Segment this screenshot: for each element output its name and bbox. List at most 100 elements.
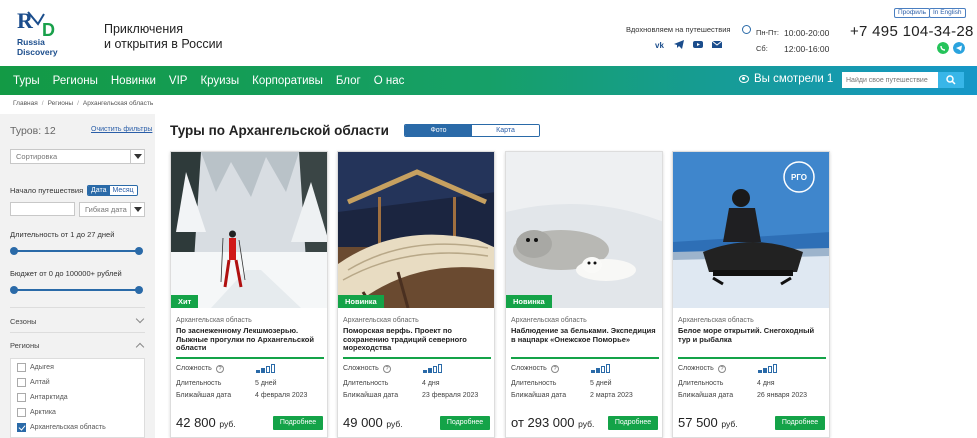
russia-discovery-logo[interactable]: R D Russia Discovery: [14, 8, 76, 58]
region-checkbox[interactable]: [17, 408, 26, 417]
nav-item-vip[interactable]: VIP: [169, 75, 188, 87]
tour-photo-seal[interactable]: [506, 152, 663, 308]
main-nav: Туры Регионы Новинки VIP Круизы Корпорат…: [0, 66, 977, 95]
nav-item-about[interactable]: О нас: [374, 75, 405, 87]
toggle-date[interactable]: Дата: [88, 186, 110, 195]
details-button[interactable]: Подробнее: [608, 416, 658, 430]
region-checkbox[interactable]: [17, 393, 26, 402]
regions-list: Адыгея Алтай Антарктида Арктика Архангел…: [10, 358, 145, 438]
region-checkbox-checked[interactable]: [17, 423, 26, 432]
tour-duration: 4 дня: [757, 380, 775, 387]
divider: [343, 357, 491, 359]
difficulty-bar: [601, 366, 605, 373]
inspire-text: Вдохновляем на путешествия: [626, 25, 731, 34]
duration-slider-max-handle[interactable]: [135, 247, 143, 255]
help-icon[interactable]: ?: [718, 365, 726, 373]
tour-duration: 5 дней: [255, 380, 277, 387]
tour-photo-shipyard[interactable]: [338, 152, 495, 308]
nav-item-new[interactable]: Новинки: [111, 75, 156, 87]
chevron-up-icon[interactable]: [135, 342, 145, 352]
difficulty-bar: [271, 364, 275, 373]
view-photo-tab[interactable]: Фото: [405, 125, 472, 136]
rgo-logo: РГО: [783, 161, 815, 193]
budget-label: Бюджет от 0 до 100000+ рублей: [10, 269, 122, 278]
budget-slider-min-handle[interactable]: [10, 286, 18, 294]
duration-slider[interactable]: [10, 247, 143, 255]
tour-title[interactable]: Белое море открытий. Снегоходный тур и р…: [678, 326, 824, 344]
region-checkbox[interactable]: [17, 363, 26, 372]
telegram-icon[interactable]: [953, 42, 965, 54]
region-option-arkhangelsk[interactable]: Архангельская область: [17, 423, 106, 432]
tour-nearest-date: 2 марта 2023: [590, 392, 633, 399]
tour-nearest-date: 26 января 2023: [757, 392, 808, 399]
tour-card[interactable]: Новинка Архангельская область Поморская …: [337, 151, 495, 438]
nav-item-corporate[interactable]: Корпоративы: [252, 75, 323, 87]
details-button[interactable]: Подробнее: [775, 416, 825, 430]
tour-title[interactable]: Наблюдение за бельками. Экспедиция в нац…: [511, 326, 657, 344]
phone-number[interactable]: +7 495 104-34-28: [850, 23, 974, 40]
nav-item-tours[interactable]: Туры: [13, 75, 40, 87]
tour-photo-ski[interactable]: [171, 152, 328, 308]
english-button[interactable]: In English: [929, 8, 966, 18]
region-option-adygea[interactable]: Адыгея: [17, 363, 54, 372]
seasons-filter-toggle[interactable]: Сезоны: [10, 317, 36, 326]
tour-price-value: 49 000: [343, 415, 383, 430]
difficulty-label: Сложность: [678, 365, 714, 372]
breadcrumb-home[interactable]: Главная: [13, 100, 38, 107]
date-input[interactable]: [10, 202, 75, 216]
difficulty-bar: [773, 364, 777, 373]
youtube-icon[interactable]: [693, 40, 703, 49]
duration-label: Длительность: [176, 380, 222, 387]
nav-item-blog[interactable]: Блог: [336, 75, 361, 87]
sort-select[interactable]: Сортировка: [10, 149, 145, 164]
nav-item-regions[interactable]: Регионы: [53, 75, 98, 87]
profile-button[interactable]: Профиль: [894, 8, 931, 18]
region-option-arctic[interactable]: Арктика: [17, 408, 56, 417]
breadcrumb-regions[interactable]: Регионы: [48, 100, 74, 107]
details-button[interactable]: Подробнее: [440, 416, 490, 430]
tour-region: Архангельская область: [678, 317, 754, 324]
region-option-altai[interactable]: Алтай: [17, 378, 50, 387]
tours-count: Туров: 12: [10, 125, 56, 137]
hours-sat-time: 12:00-16:00: [784, 44, 830, 54]
help-icon[interactable]: ?: [551, 365, 559, 373]
budget-slider-max-handle[interactable]: [135, 286, 143, 294]
search-button[interactable]: [938, 72, 964, 88]
breadcrumb: Главная / Регионы / Архангельская област…: [13, 100, 153, 107]
tour-card[interactable]: Хит Архангельская область По заснеженном…: [170, 151, 328, 438]
svg-text:Discovery: Discovery: [17, 47, 58, 57]
tour-region: Архангельская область: [343, 317, 419, 324]
telegram-icon[interactable]: [674, 40, 684, 49]
region-checkbox[interactable]: [17, 378, 26, 387]
nav-item-cruises[interactable]: Круизы: [200, 75, 239, 87]
tour-title[interactable]: По заснеженному Лекшмозерью. Лыжные прог…: [176, 326, 322, 353]
tour-duration: 4 дня: [422, 380, 440, 387]
help-icon[interactable]: ?: [383, 365, 391, 373]
viewed-tours-link[interactable]: Вы смотрели 1: [739, 73, 833, 85]
tour-price-value: от 293 000: [511, 415, 575, 430]
tour-card[interactable]: РГО Архангельская область Белое море отк…: [672, 151, 830, 438]
tour-card[interactable]: Новинка Архангельская область Наблюдение…: [505, 151, 663, 438]
working-hours: Пн-Пт: 10:00-20:00 Сб: 12:00-16:00: [756, 25, 829, 57]
site-tagline: Приключения и открытия в России: [104, 22, 223, 52]
whatsapp-icon[interactable]: [937, 42, 949, 54]
help-icon[interactable]: ?: [216, 365, 224, 373]
search-input[interactable]: [842, 72, 938, 88]
vk-icon[interactable]: vk: [655, 40, 665, 49]
view-map-tab[interactable]: Карта: [472, 125, 539, 136]
chevron-down-icon[interactable]: [135, 314, 145, 324]
clear-filters-link[interactable]: Очистить фильтры: [91, 126, 152, 133]
toggle-month[interactable]: Месяц: [109, 186, 137, 195]
mail-icon[interactable]: [712, 40, 722, 49]
difficulty-indicator: [256, 364, 275, 373]
tour-title[interactable]: Поморская верфь. Проект по сохранению тр…: [343, 326, 489, 353]
region-option-antarctica[interactable]: Антарктида: [17, 393, 68, 402]
flexible-date-select[interactable]: Гибкая дата: [79, 202, 145, 217]
duration-slider-min-handle[interactable]: [10, 247, 18, 255]
regions-filter-toggle[interactable]: Регионы: [10, 341, 39, 350]
region-label: Алтай: [30, 379, 50, 386]
details-button[interactable]: Подробнее: [273, 416, 323, 430]
clock-icon: [742, 25, 751, 34]
budget-slider[interactable]: [10, 286, 143, 294]
currency: руб.: [578, 419, 595, 429]
